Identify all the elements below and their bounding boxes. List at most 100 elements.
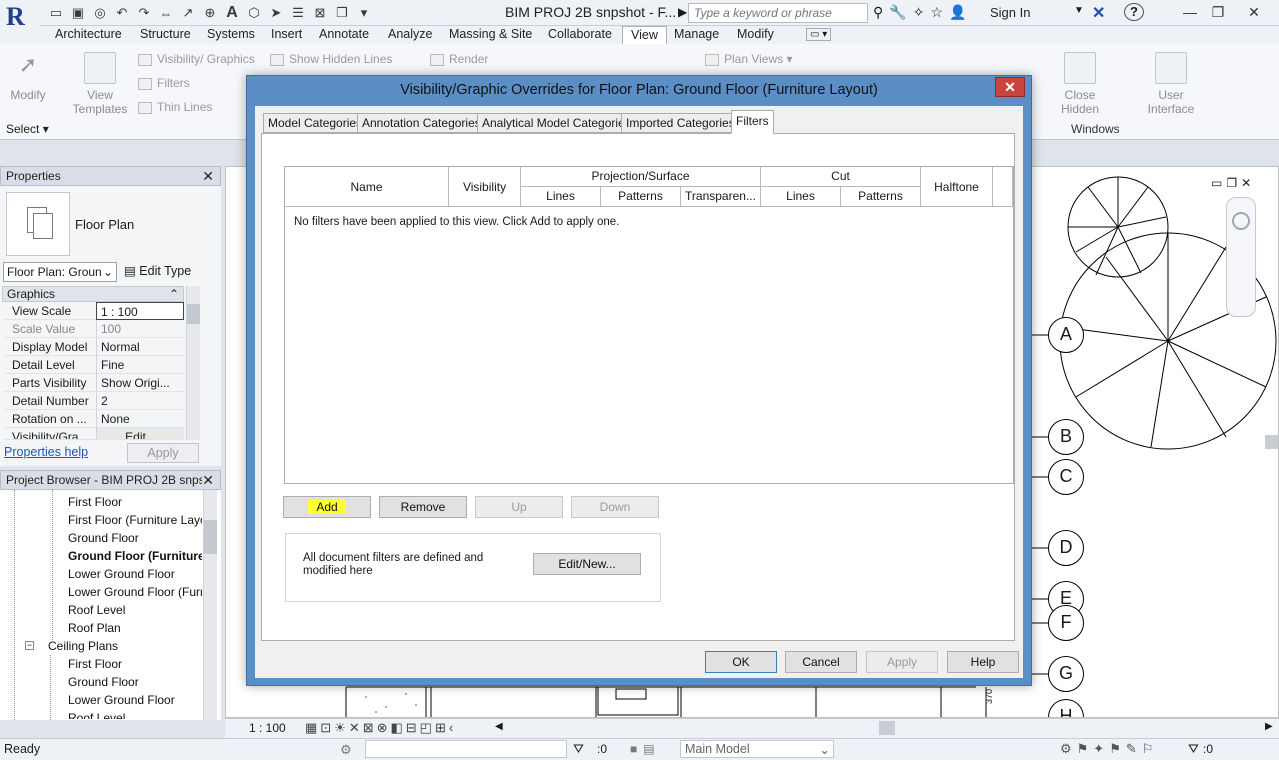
browser-item[interactable]: First Floor (Furniture Layo: [68, 513, 202, 527]
browser-item[interactable]: Roof Level: [68, 603, 125, 617]
column-cut-lines[interactable]: Lines: [761, 187, 841, 207]
close-hidden-icon[interactable]: ⊠: [310, 4, 330, 22]
horizontal-scroll-thumb[interactable]: [879, 721, 895, 735]
select-dropdown[interactable]: Select ▾: [0, 120, 58, 138]
cancel-button[interactable]: Cancel: [785, 651, 857, 673]
properties-help-link[interactable]: Properties help: [4, 445, 88, 459]
properties-apply-button[interactable]: Apply: [127, 443, 199, 463]
browser-item[interactable]: Roof Level: [68, 711, 125, 719]
grid-bubble[interactable]: A: [1048, 317, 1084, 353]
up-button[interactable]: Up: [475, 496, 563, 518]
sign-in-dropdown-icon[interactable]: ▼: [1074, 5, 1084, 16]
tab-manage[interactable]: Manage: [666, 26, 727, 44]
close-hidden-button[interactable]: Close Hidden: [1058, 52, 1102, 116]
close-icon[interactable]: ✕: [202, 168, 214, 185]
graphics-group-header[interactable]: Graphics ⌃: [2, 286, 184, 302]
grid-bubble[interactable]: B: [1048, 419, 1084, 455]
thin-lines-icon[interactable]: ☰: [288, 4, 308, 22]
tab-massing-site[interactable]: Massing & Site: [441, 26, 540, 44]
grid-bubble[interactable]: D: [1048, 530, 1084, 566]
view-scale-field[interactable]: 1 : 100: [96, 302, 184, 320]
workset-selector[interactable]: [365, 740, 567, 758]
column-visibility[interactable]: Visibility: [449, 167, 521, 207]
browser-scrollbar[interactable]: [203, 490, 217, 720]
browser-item[interactable]: Roof Plan: [68, 621, 121, 635]
tab-analyze[interactable]: Analyze: [380, 26, 440, 44]
view-window-controls[interactable]: ▭❐✕: [1211, 176, 1255, 190]
tab-imported-categories[interactable]: Imported Categories: [621, 113, 740, 133]
column-halftone[interactable]: Halftone: [921, 167, 993, 207]
restore-icon[interactable]: ❐: [1204, 2, 1232, 22]
status-icons[interactable]: ■▤: [630, 742, 661, 756]
collapse-node-icon[interactable]: −: [25, 641, 34, 650]
view-scale[interactable]: 1 : 100: [249, 721, 286, 735]
render-button[interactable]: Render: [430, 52, 488, 66]
column-projection-transparency[interactable]: Transparen...: [681, 187, 761, 207]
visibility-graphics-edit-button[interactable]: Edit...: [96, 428, 184, 439]
browser-group[interactable]: Ceiling Plans: [48, 639, 118, 653]
edit-new-button[interactable]: Edit/New...: [533, 553, 641, 575]
down-button[interactable]: Down: [571, 496, 659, 518]
edit-type-button[interactable]: ▤ Edit Type: [124, 263, 191, 278]
browser-item[interactable]: First Floor: [68, 495, 122, 509]
user-interface-button[interactable]: User Interface: [1146, 52, 1196, 116]
tab-architecture[interactable]: Architecture: [47, 26, 130, 44]
selection-option-icons[interactable]: ⚙⚑✦⚑✎⚐: [1060, 741, 1158, 757]
scroll-thumb[interactable]: [187, 304, 200, 324]
grid-bubble[interactable]: C: [1048, 459, 1084, 495]
ok-button[interactable]: OK: [705, 651, 777, 673]
browser-item[interactable]: Lower Ground Floor: [68, 693, 175, 707]
scroll-right-icon[interactable]: ▶: [1265, 721, 1273, 732]
design-option-selector[interactable]: Main Model ⌄: [680, 740, 834, 758]
browser-item[interactable]: Ground Floor: [68, 675, 139, 689]
dialog-close-button[interactable]: ✕: [995, 77, 1025, 97]
open-icon[interactable]: ▭: [46, 4, 66, 22]
view-control-icons[interactable]: ▦⊡☀✕⊠⊗◧⊟◰⊞‹: [305, 720, 456, 736]
grid-bubble[interactable]: F: [1048, 605, 1084, 641]
tag-icon[interactable]: ⊕: [200, 4, 220, 22]
prop-row[interactable]: Parts Visibility Show Origi...: [4, 374, 184, 392]
help-button[interactable]: Help: [947, 651, 1019, 673]
redo-icon[interactable]: ↷: [134, 4, 154, 22]
sync-icon[interactable]: ◎: [90, 4, 110, 22]
prop-value[interactable]: Show Origi...: [96, 374, 184, 392]
plan-views-button[interactable]: Plan Views ▾: [705, 52, 793, 66]
subscription-icon[interactable]: 🔧: [889, 4, 906, 21]
minimize-icon[interactable]: —: [1176, 2, 1204, 22]
prop-value[interactable]: None: [96, 410, 184, 428]
tab-systems[interactable]: Systems: [199, 26, 263, 44]
browser-item[interactable]: Ground Floor: [68, 531, 139, 545]
switch-windows-icon[interactable]: ❐: [332, 4, 352, 22]
tab-collaborate[interactable]: Collaborate: [540, 26, 620, 44]
worksets-icon[interactable]: ⚙: [340, 742, 352, 758]
scroll-left-icon[interactable]: ◀: [495, 721, 503, 732]
prop-row[interactable]: View Scale 1 : 100: [4, 302, 184, 320]
column-name[interactable]: Name: [285, 167, 449, 207]
customize-qat-icon[interactable]: ▾: [354, 4, 374, 22]
undo-icon[interactable]: ↶: [112, 4, 132, 22]
prop-row[interactable]: Detail Number 2: [4, 392, 184, 410]
tab-view[interactable]: View: [622, 26, 667, 44]
tab-annotation-categories[interactable]: Annotation Categories: [357, 113, 486, 133]
favorites-icon[interactable]: ☆: [930, 4, 943, 21]
canvas-scroll-thumb[interactable]: [1265, 435, 1278, 449]
prop-row[interactable]: Display Model Normal: [4, 338, 184, 356]
close-icon[interactable]: ✕: [202, 472, 214, 489]
view-templates-button[interactable]: View Templates: [70, 52, 130, 116]
filters-button[interactable]: Filters: [138, 76, 190, 90]
steering-wheel-icon[interactable]: [1232, 212, 1250, 230]
prop-row[interactable]: Visibility/Gra... Edit...: [4, 428, 184, 440]
tab-modify[interactable]: Modify: [729, 26, 782, 44]
browser-item[interactable]: Lower Ground Floor: [68, 567, 175, 581]
sign-in-button[interactable]: Sign In: [990, 5, 1030, 20]
close-window-icon[interactable]: ✕: [1240, 2, 1268, 22]
tab-annotate[interactable]: Annotate: [311, 26, 377, 44]
prop-row[interactable]: Rotation on ... None: [4, 410, 184, 428]
filter-icon[interactable]: ⛛: [1188, 741, 1199, 757]
visibility-graphics-button[interactable]: Visibility/ Graphics: [138, 52, 255, 66]
navigation-bar[interactable]: [1226, 197, 1256, 317]
browser-item[interactable]: Lower Ground Floor (Furn: [68, 585, 202, 599]
column-projection-patterns[interactable]: Patterns: [601, 187, 681, 207]
properties-scrollbar[interactable]: [186, 286, 200, 440]
modify-button[interactable]: ➚ Modify: [6, 52, 50, 102]
